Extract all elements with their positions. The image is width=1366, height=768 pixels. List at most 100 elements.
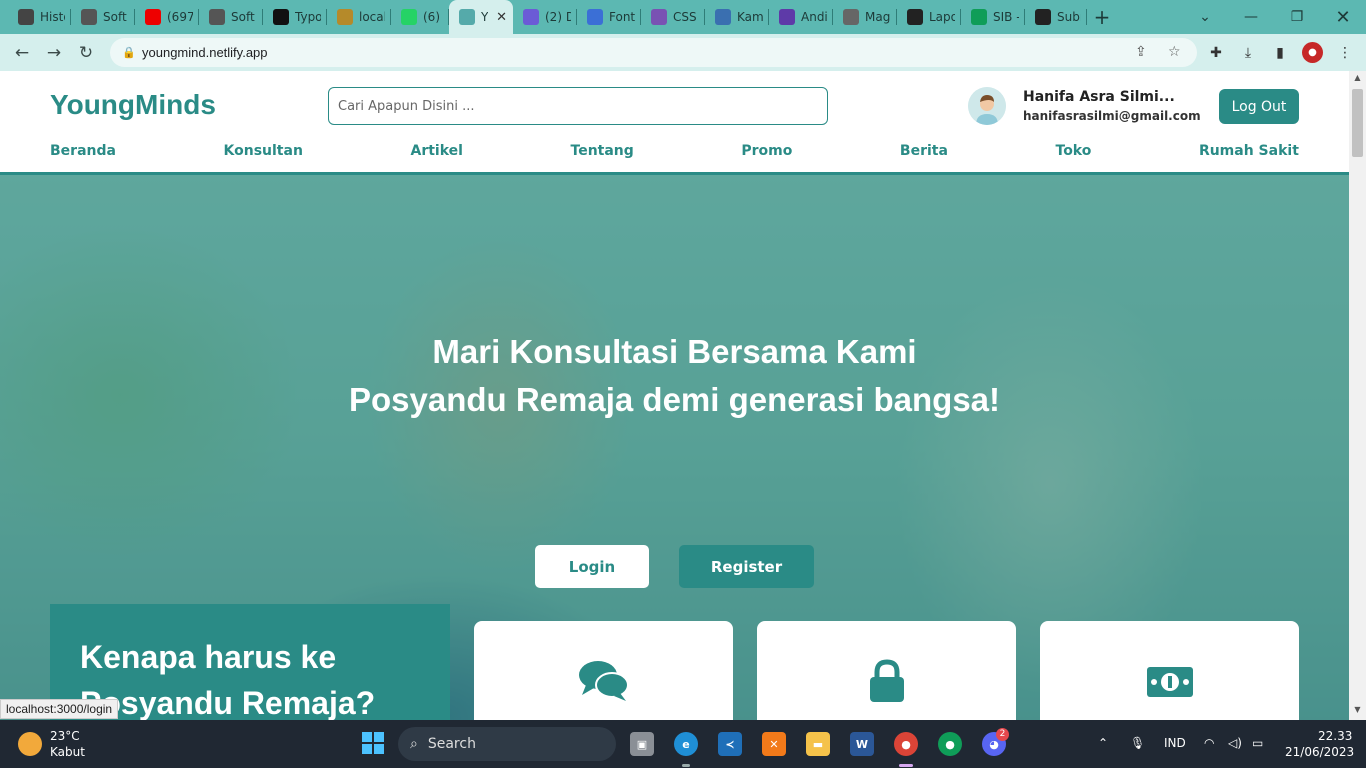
vscode-icon[interactable]: ≺ [718,732,742,756]
logout-button[interactable]: Log Out [1219,89,1299,124]
register-button[interactable]: Register [679,545,814,588]
tray-overflow-icon[interactable]: ⌃ [1098,736,1108,750]
scroll-up-arrow-icon[interactable]: ▲ [1349,73,1366,87]
history-icon [18,9,34,25]
search-icon: ⌕ [410,736,418,752]
tab-title: Mag [865,10,891,24]
page-scrollbar[interactable]: ▲ ▼ [1349,71,1366,720]
browser-tab[interactable]: SIB - [961,0,1025,34]
scroll-thumb[interactable] [1352,89,1363,157]
search-input[interactable] [328,87,828,125]
page-icon [209,9,225,25]
site-logo[interactable]: YoungMinds [50,89,216,121]
chrome-menu-icon[interactable]: ⋮ [1334,42,1356,64]
feature-card-chat [474,621,733,720]
feature-card-security [757,621,1016,720]
browser-tab[interactable]: local [327,0,391,34]
tab-title: Font [609,10,635,24]
chrome-profile-icon[interactable]: ● [938,732,962,756]
share-icon[interactable]: ⇪ [1135,44,1147,60]
tab-title: (6) W [423,10,443,24]
chrome-icon[interactable]: ● [894,732,918,756]
edge-running-indicator [682,764,690,767]
restore-button[interactable]: ❐ [1274,0,1320,34]
nav-beranda[interactable]: Beranda [50,143,116,159]
plus-icon [971,9,987,25]
tab-search-icon[interactable]: ⌄ [1182,0,1228,34]
browser-tab[interactable]: Soft [71,0,135,34]
clock-date[interactable]: 21/06/2023 [1285,745,1354,759]
user-avatar[interactable] [968,87,1006,125]
openai-icon [843,9,859,25]
taskbar-search[interactable]: ⌕ Search [398,727,616,761]
address-url[interactable]: youngmind.netlify.app [142,45,268,60]
tab-title: Histo [40,10,65,24]
browser-tab[interactable]: Font [577,0,641,34]
browser-toolbar: ← → ↻ 🔒 youngmind.netlify.app ⇪ ☆ ✚ ⤓ ▮ … [0,34,1366,71]
browser-tab[interactable]: Histo [8,0,71,34]
browser-tab[interactable]: Lapo [897,0,961,34]
tab-active[interactable]: Y ✕ [449,0,513,34]
clock-time[interactable]: 22.33 [1318,729,1352,743]
nav-berita[interactable]: Berita [900,143,948,159]
browser-tab[interactable]: (697 [135,0,199,34]
money-icon [1146,667,1193,697]
notification-icon [523,9,539,25]
bowtie-icon [273,9,289,25]
browser-tab[interactable]: CSS [641,0,705,34]
page-icon [81,9,97,25]
tab-title: Kam [737,10,763,24]
file-explorer-icon[interactable]: ▬ [806,732,830,756]
minimize-button[interactable]: — [1228,0,1274,34]
login-button[interactable]: Login [535,545,649,588]
browser-tab[interactable]: (2) D [513,0,577,34]
nav-artikel[interactable]: Artikel [410,143,462,159]
browser-tab[interactable]: Subr [1025,0,1087,34]
scroll-down-arrow-icon[interactable]: ▼ [1349,705,1366,719]
taskbar-search-label: Search [427,736,476,752]
download-icon[interactable]: ⤓ [1237,42,1259,64]
lock-icon: 🔒 [122,46,136,59]
why-heading-line2: Posyandu Remaja? [80,685,376,720]
bookmark-star-icon[interactable]: ☆ [1168,44,1181,60]
forward-icon[interactable]: → [38,37,70,69]
edge-icon[interactable]: e [674,732,698,756]
browser-tab[interactable]: Kam [705,0,769,34]
address-bar[interactable]: 🔒 youngmind.netlify.app ⇪ ☆ [110,38,1197,67]
weather-icon[interactable] [18,732,42,756]
new-tab-button[interactable]: + [1087,0,1117,34]
browser-tab[interactable]: Mag [833,0,897,34]
weather-temperature[interactable]: 23°C [50,729,80,743]
nav-rumah-sakit[interactable]: Rumah Sakit [1199,143,1299,159]
tab-separator [1086,9,1087,25]
word-icon[interactable]: W [850,732,874,756]
browser-tab[interactable]: (6) W [391,0,449,34]
user-name: Hanifa Asra Silmi... [1023,89,1175,105]
battery-icon[interactable]: ▭ [1252,736,1263,750]
microphone-icon[interactable]: 🎙 [1130,736,1145,750]
wifi-icon[interactable]: ◠ [1204,736,1214,750]
side-panel-icon[interactable]: ▮ [1269,42,1291,64]
close-tab-icon[interactable]: ✕ [496,10,507,25]
profile-avatar[interactable]: ● [1302,42,1323,63]
nav-promo[interactable]: Promo [741,143,792,159]
volume-icon[interactable]: ◁) [1228,736,1242,750]
tab-title: Lapo [929,10,955,24]
back-icon[interactable]: ← [6,37,38,69]
input-language[interactable]: IND [1164,736,1186,750]
whatsapp-icon [401,9,417,25]
weather-condition[interactable]: Kabut [50,745,85,759]
close-window-button[interactable]: ✕ [1320,0,1366,34]
extensions-icon[interactable]: ✚ [1205,42,1227,64]
browser-tab[interactable]: Typo [263,0,327,34]
nav-tentang[interactable]: Tentang [571,143,634,159]
browser-tab[interactable]: Andi [769,0,833,34]
tab-title: Soft [231,10,255,24]
nav-toko[interactable]: Toko [1056,143,1092,159]
xampp-icon[interactable]: ✕ [762,732,786,756]
windows-start-icon[interactable] [362,732,384,754]
task-view-icon[interactable]: ▣ [630,732,654,756]
nav-konsultan[interactable]: Konsultan [224,143,303,159]
browser-tab[interactable]: Soft [199,0,263,34]
reload-icon[interactable]: ↻ [70,37,102,69]
